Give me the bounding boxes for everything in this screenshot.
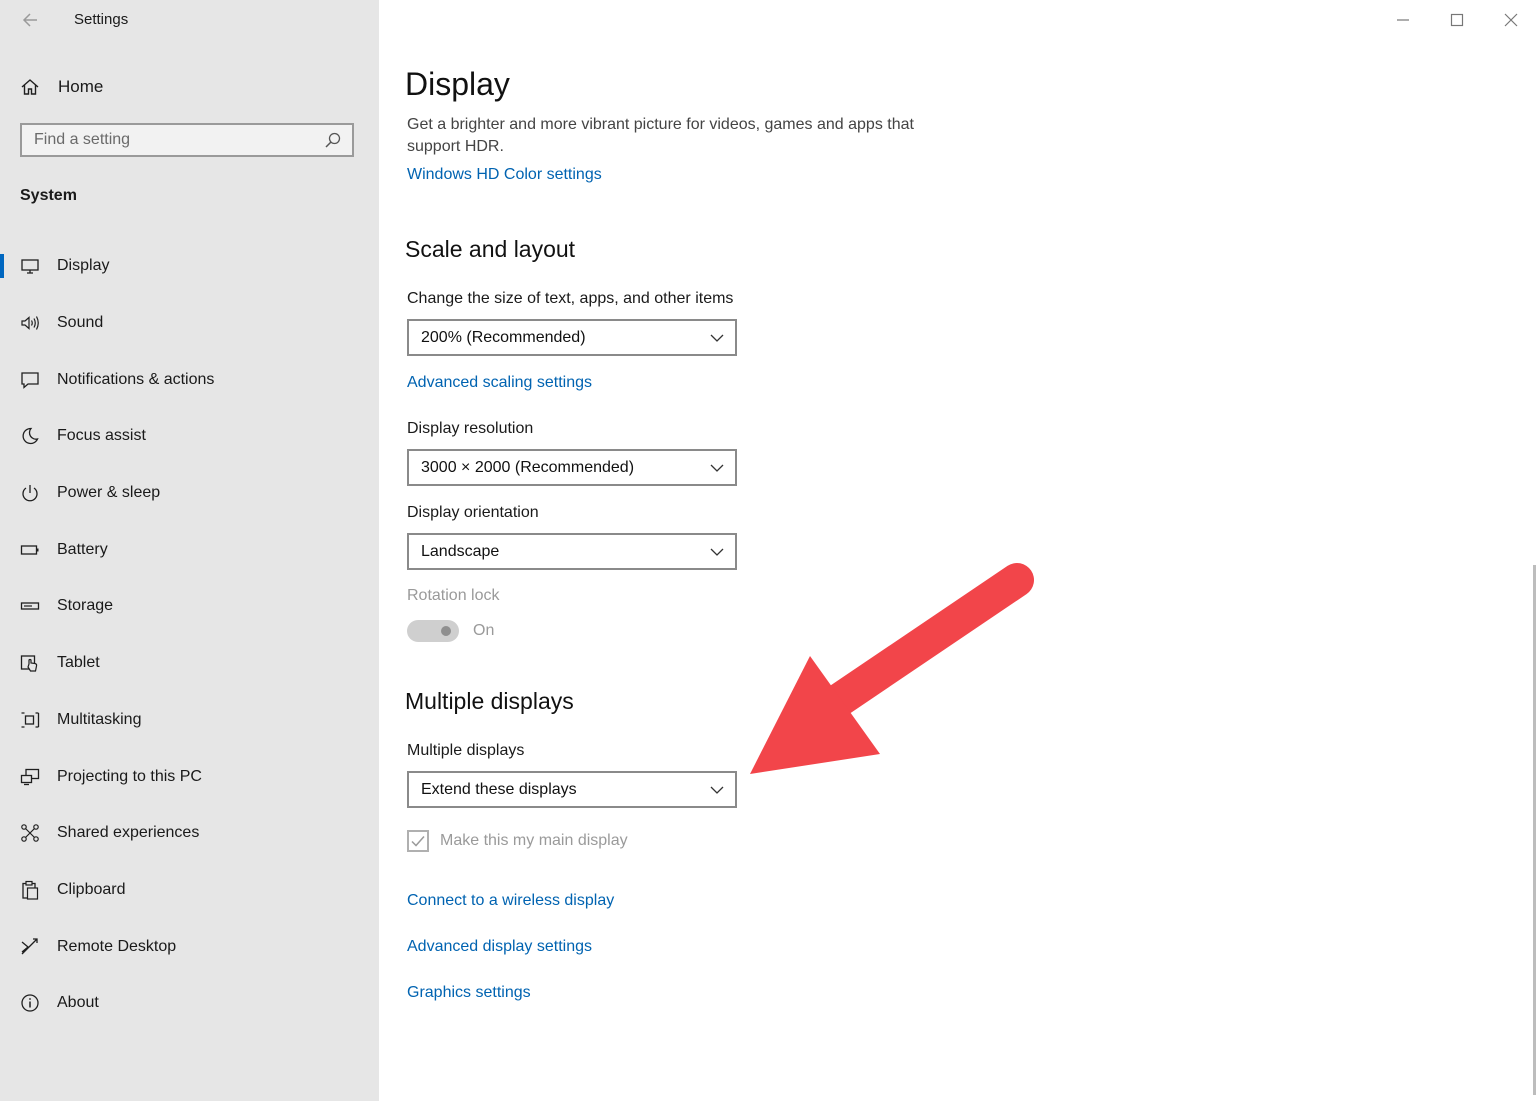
orientation-value: Landscape [421,542,500,560]
orientation-label: Display orientation [407,504,539,521]
main-display-checkbox[interactable] [407,830,429,852]
tablet-icon [20,653,40,673]
sidebar-item-label: Display [57,257,110,275]
chevron-down-icon [709,460,725,476]
sidebar-item-about[interactable]: About [0,975,379,1032]
sidebar: Settings Home Find a setting System Disp… [0,0,379,1101]
section-system: System [20,187,77,204]
sidebar-item-label: Notifications & actions [57,370,215,388]
annotation-arrow-icon [750,563,1034,774]
info-icon [20,993,40,1013]
maximize-icon[interactable] [1445,8,1469,32]
multitasking-icon [20,710,40,730]
hdr-color-settings-link[interactable]: Windows HD Color settings [407,166,602,184]
sidebar-item-label: Multitasking [57,710,142,728]
sidebar-item-shared-experiences[interactable]: Shared experiences [0,805,379,862]
remote-desktop-icon [20,937,40,957]
advanced-display-link[interactable]: Advanced display settings [407,938,592,956]
sidebar-item-label: Clipboard [57,880,126,898]
projecting-icon [20,767,40,787]
sidebar-item-sound[interactable]: Sound [0,295,379,352]
moon-icon [20,426,40,446]
sidebar-item-label: Power & sleep [57,484,161,502]
power-icon [20,483,40,503]
sidebar-item-label: Projecting to this PC [57,767,202,785]
rotation-lock-state: On [473,622,495,639]
sidebar-item-label: Tablet [57,654,100,672]
scale-dropdown[interactable]: 200% (Recommended) [407,319,737,356]
page-title: Display [405,66,510,102]
resolution-value: 3000 × 2000 (Recommended) [421,458,635,476]
resolution-dropdown[interactable]: 3000 × 2000 (Recommended) [407,449,737,486]
hdr-description: Get a brighter and more vibrant picture … [407,116,914,155]
sidebar-home[interactable]: Home [20,74,103,100]
advanced-scaling-link[interactable]: Advanced scaling settings [407,374,592,392]
sidebar-item-projecting[interactable]: Projecting to this PC [0,748,379,805]
sidebar-item-label: Battery [57,540,108,558]
rotation-lock-toggle[interactable] [407,620,459,642]
app-title: Settings [74,11,129,28]
toggle-knob [441,626,451,636]
speaker-icon [20,313,40,333]
home-label: Home [58,77,104,96]
scale-value: 200% (Recommended) [421,328,586,346]
close-icon[interactable] [1499,8,1523,32]
monitor-icon [20,256,40,276]
multiple-displays-value: Extend these displays [421,780,577,798]
multiple-displays-dropdown[interactable]: Extend these displays [407,771,737,808]
sidebar-nav: Display Sound Notifications & actions Fo… [0,238,379,1032]
sidebar-item-focus-assist[interactable]: Focus assist [0,408,379,465]
multiple-displays-heading: Multiple displays [405,688,574,714]
sidebar-item-remote-desktop[interactable]: Remote Desktop [0,918,379,975]
orientation-dropdown[interactable]: Landscape [407,533,737,570]
sidebar-item-label: Storage [57,597,114,615]
scale-layout-heading: Scale and layout [405,236,576,262]
main-display-label: Make this my main display [440,832,628,849]
back-arrow-icon[interactable] [20,9,42,31]
sidebar-item-storage[interactable]: Storage [0,578,379,635]
sidebar-item-multitasking[interactable]: Multitasking [0,692,379,749]
resolution-label: Display resolution [407,420,534,437]
chevron-down-icon [709,330,725,346]
sidebar-item-label: About [57,994,99,1012]
checkmark-icon [411,836,425,847]
chevron-down-icon [709,544,725,560]
search-placeholder: Find a setting [34,131,131,148]
clipboard-icon [20,880,40,900]
sidebar-item-label: Sound [57,314,104,332]
storage-icon [20,596,40,616]
home-icon [20,77,40,97]
size-label: Change the size of text, apps, and other… [407,290,734,307]
sidebar-item-power-sleep[interactable]: Power & sleep [0,465,379,522]
sidebar-item-label: Focus assist [57,427,146,445]
sidebar-item-notifications[interactable]: Notifications & actions [0,351,379,408]
multiple-displays-label: Multiple displays [407,742,525,759]
sidebar-item-tablet[interactable]: Tablet [0,635,379,692]
search-icon[interactable] [324,131,342,149]
search-input[interactable]: Find a setting [20,123,354,157]
shared-icon [20,823,40,843]
sidebar-item-clipboard[interactable]: Clipboard [0,862,379,919]
graphics-settings-link[interactable]: Graphics settings [407,984,531,1002]
sidebar-item-display[interactable]: Display [0,238,379,295]
minimize-icon[interactable] [1391,8,1415,32]
wireless-display-link[interactable]: Connect to a wireless display [407,892,614,910]
sidebar-item-label: Shared experiences [57,824,200,842]
selection-indicator [0,254,4,278]
rotation-lock-label: Rotation lock [407,587,500,604]
sidebar-item-battery[interactable]: Battery [0,521,379,578]
chevron-down-icon [709,782,725,798]
notification-icon [20,370,40,390]
battery-icon [20,540,40,560]
sidebar-item-label: Remote Desktop [57,937,177,955]
